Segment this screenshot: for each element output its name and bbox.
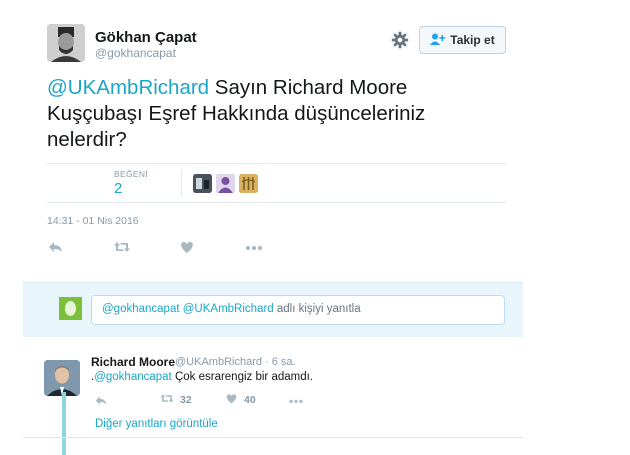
retweet-count: 32 [180, 394, 192, 406]
reply-author-avatar[interactable] [44, 360, 80, 396]
stat-divider [181, 170, 182, 196]
reply-placeholder: adlı kişiyi yanıtla [273, 303, 361, 315]
reply-mention: @UKAmbRichard [182, 303, 274, 315]
like-count: 40 [244, 394, 256, 406]
like-button[interactable]: 40 [224, 393, 256, 407]
author-avatar[interactable] [47, 24, 85, 62]
reply-text: .@gokhancapat Çok esrarengiz bir adamdı. [91, 371, 313, 383]
liker-avatar[interactable] [239, 174, 258, 193]
reply-author-name[interactable]: Richard Moore [91, 355, 175, 369]
follow-label: Takip et [450, 33, 495, 47]
reply-icon[interactable] [94, 393, 109, 407]
divider [47, 202, 506, 203]
more-replies-link[interactable]: Diğer yanıtları görüntüle [95, 418, 218, 430]
reply-mention[interactable]: @gokhancapat [94, 371, 172, 383]
like-icon [224, 392, 239, 408]
tweet-text: @UKAmbRichard Sayın Richard Moore Kuşçub… [47, 75, 487, 153]
author-handle[interactable]: @gokhancapat [95, 46, 176, 60]
retweet-button[interactable]: 32 [159, 393, 192, 407]
divider [23, 437, 523, 438]
main-tweet: Gökhan Çapat @gokhancapat Takip et @UKAm… [0, 0, 523, 282]
like-icon[interactable] [178, 239, 196, 255]
reply-author-handle[interactable]: @UKAmbRichard · 6 sa. [175, 356, 296, 368]
reply-icon[interactable] [47, 239, 65, 255]
more-icon[interactable] [245, 239, 263, 255]
retweet-icon[interactable] [113, 239, 131, 255]
reply-text-body: Çok esrarengiz bir adamdı. [171, 371, 314, 383]
reply-input[interactable]: @gokhancapat @UKAmbRichard adlı kişiyi y… [91, 295, 505, 325]
tweet-mention[interactable]: @UKAmbRichard [47, 76, 209, 99]
gear-icon[interactable] [391, 31, 409, 49]
liker-avatar[interactable] [193, 174, 212, 193]
liker-avatar[interactable] [216, 174, 235, 193]
add-user-icon [430, 33, 446, 48]
user-avatar [59, 297, 82, 320]
likes-label[interactable]: BEĞENİ [114, 169, 148, 179]
reply-mention: @gokhancapat [102, 303, 180, 315]
more-icon[interactable] [288, 393, 304, 407]
thread-line [62, 392, 66, 455]
reply-composer: @gokhancapat @UKAmbRichard adlı kişiyi y… [23, 282, 523, 337]
retweet-icon [159, 392, 175, 408]
tweet-timestamp[interactable]: 14:31 - 01 Nis 2016 [47, 215, 139, 227]
divider [47, 163, 506, 164]
likes-count[interactable]: 2 [114, 180, 122, 197]
author-name[interactable]: Gökhan Çapat [95, 29, 197, 46]
follow-button[interactable]: Takip et [419, 26, 506, 54]
